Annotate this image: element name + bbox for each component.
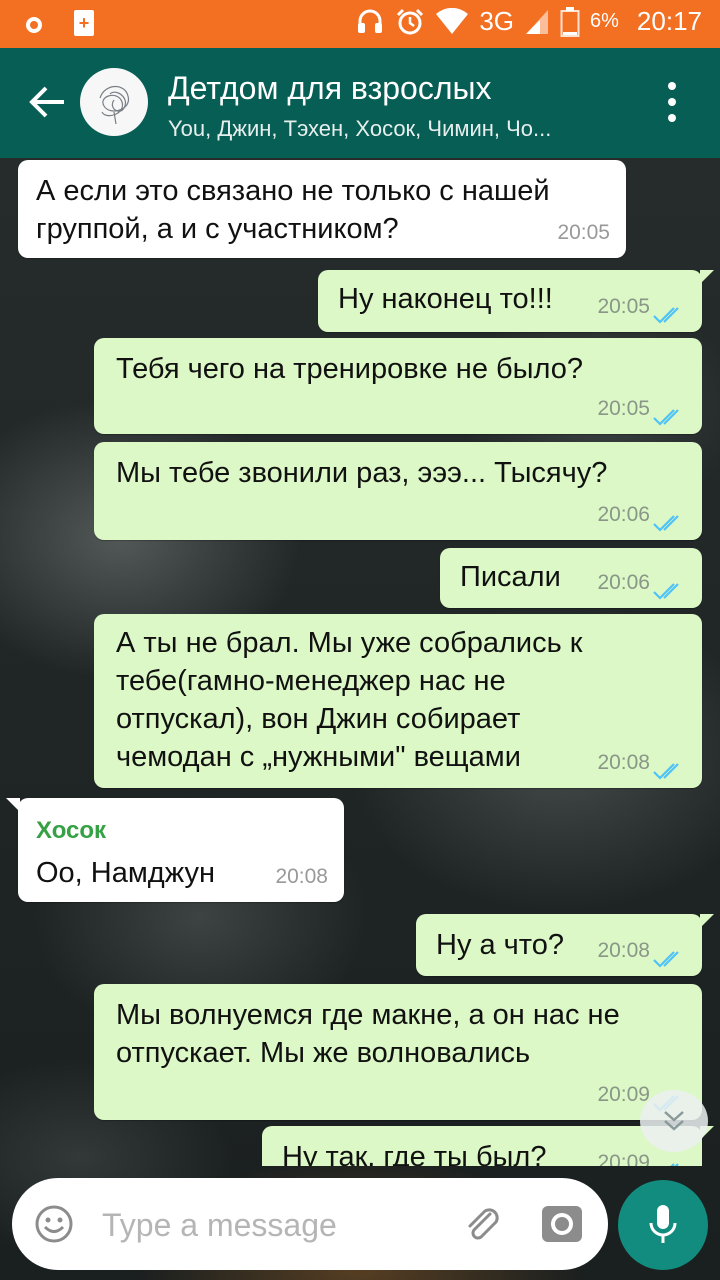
back-arrow-icon (29, 86, 64, 118)
paperclip-icon[interactable] (460, 1202, 504, 1246)
dot-icon (668, 98, 676, 106)
message-bubble-outgoing[interactable]: Ну наконец то!!! 20:05 (318, 270, 714, 332)
message-time: 20:05 (597, 295, 650, 318)
message-text: А если это связано не только с нашей гру… (36, 175, 550, 245)
camera-icon[interactable] (538, 1200, 586, 1248)
scribble-avatar-icon (99, 85, 129, 125)
message-bubble-incoming[interactable]: Хосок Оо, Намджун 20:08 (6, 798, 344, 902)
message-time: 20:05 (557, 221, 610, 244)
message-bubble-incoming[interactable]: А если это связано не только с нашей гру… (18, 160, 626, 258)
message-text: Тебя чего на тренировке не было? (116, 353, 583, 385)
dot-icon (668, 82, 676, 90)
voice-message-button[interactable] (618, 1180, 708, 1270)
message-time: 20:08 (597, 939, 650, 962)
message-input[interactable] (100, 1196, 444, 1254)
chat-header: Детдом для взрослых You, Джин, Тэхен, Хо… (0, 48, 720, 158)
more-options-button[interactable] (660, 82, 684, 122)
headset-icon (358, 9, 383, 33)
message-text: Ну наконец то!!! (338, 283, 553, 315)
alarm-icon (397, 8, 424, 34)
message-text: А ты не брал. Мы уже собрались к тебе(га… (116, 627, 583, 773)
dot-icon (668, 114, 676, 122)
scroll-to-bottom-button[interactable] (640, 1090, 708, 1152)
read-ticks-icon (653, 583, 679, 600)
read-ticks-icon (653, 515, 679, 532)
message-time: 20:06 (597, 571, 650, 594)
message-bubble-outgoing[interactable]: Мы тебе звонили раз, эээ... Тысячу? 20:0… (94, 442, 702, 540)
message-list[interactable]: А если это связано не только с нашей гру… (0, 158, 720, 1166)
back-button[interactable] (26, 80, 70, 124)
signal-icon (526, 9, 549, 34)
message-time: 20:06 (597, 503, 650, 526)
message-time: 20:08 (597, 751, 650, 774)
message-time: 20:05 (597, 397, 650, 420)
read-ticks-icon (653, 409, 679, 426)
battery-icon (560, 6, 580, 37)
chat-title[interactable]: Детдом для взрослых (168, 70, 492, 107)
message-text: Мы тебе звонили раз, эээ... Тысячу? (116, 457, 608, 489)
message-composer (12, 1178, 608, 1270)
emoji-icon[interactable] (34, 1204, 74, 1244)
sender-name[interactable]: Хосок (36, 812, 106, 850)
message-time: 20:09 (597, 1151, 650, 1166)
notification-plus-icon: + (72, 10, 96, 36)
read-ticks-icon (670, 1163, 679, 1166)
message-text: Оо, Намджун (36, 857, 215, 889)
message-text: Мы волнуемся где макне, а он нас не отпу… (116, 999, 620, 1069)
double-chevron-down-icon (664, 1111, 684, 1131)
message-text: Ну так, где ты был? (282, 1141, 547, 1166)
message-text: Писали (460, 561, 561, 593)
microphone-icon (649, 1205, 677, 1243)
read-ticks-icon (653, 951, 679, 968)
read-ticks-icon (653, 307, 679, 324)
network-type: 3G (479, 6, 515, 36)
clock: 20:17 (636, 6, 702, 36)
message-time: 20:08 (275, 865, 328, 888)
message-bubble-outgoing[interactable]: А ты не брал. Мы уже собрались к тебе(га… (94, 614, 702, 788)
group-avatar[interactable] (80, 68, 148, 136)
status-bar: + 3G 6% 20:17 (0, 0, 720, 48)
message-text: Ну а что? (436, 929, 565, 961)
message-bubble-outgoing[interactable]: Мы волнуемся где макне, а он нас не отпу… (94, 984, 702, 1120)
notification-circle-icon (22, 10, 46, 36)
read-ticks-icon (653, 763, 679, 780)
chat-participants[interactable]: You, Джин, Тэхен, Хосок, Чимин, Чо... (168, 116, 628, 142)
battery-percent: 6% (590, 10, 619, 32)
message-bubble-outgoing[interactable]: Ну так, где ты был? 20:09 (262, 1126, 714, 1166)
message-bubble-outgoing[interactable]: Тебя чего на тренировке не было? 20:05 (94, 338, 702, 434)
message-bubble-outgoing[interactable]: Писали 20:06 (440, 548, 702, 608)
wifi-icon (436, 7, 469, 34)
message-bubble-outgoing[interactable]: Ну а что? 20:08 (416, 914, 714, 976)
